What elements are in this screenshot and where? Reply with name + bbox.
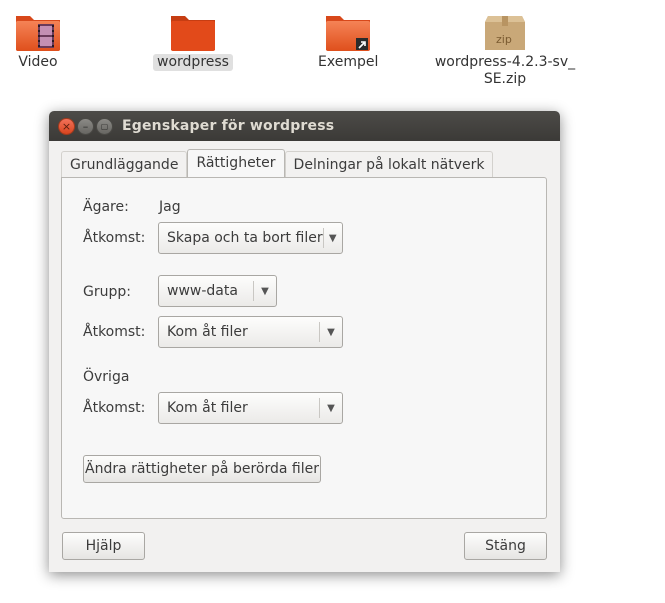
change-permissions-button[interactable]: Ändra rättigheter på berörda filer bbox=[83, 455, 321, 483]
dialog-title: Egenskaper för wordpress bbox=[122, 118, 335, 134]
owner-access-combo[interactable]: Skapa och ta bort filer ▼ bbox=[158, 222, 343, 254]
owner-label: Ägare: bbox=[83, 199, 129, 215]
others-access-label: Åtkomst: bbox=[83, 400, 146, 416]
group-access-combo[interactable]: Kom åt filer ▼ bbox=[158, 316, 343, 348]
zip-label-line2: SE.zip bbox=[483, 71, 527, 87]
desktop-icon-label: Exempel bbox=[318, 54, 379, 70]
folder-icon bbox=[171, 16, 215, 51]
minimize-icon: – bbox=[82, 120, 89, 133]
owner-value: Jag bbox=[159, 199, 181, 215]
desktop-icon-exempel[interactable]: Exempel bbox=[314, 10, 382, 71]
permissions-panel: Ägare: Jag Åtkomst: Skapa och ta bort fi… bbox=[61, 177, 547, 519]
tab-rattigheter[interactable]: Rättigheter bbox=[187, 149, 285, 177]
chevron-down-icon: ▼ bbox=[261, 285, 269, 297]
folder-link-icon bbox=[326, 16, 370, 51]
desktop-icon-label: wordpress-4.2.3-sv_ SE.zip bbox=[431, 54, 579, 88]
close-button[interactable]: Stäng bbox=[464, 532, 547, 560]
group-value: www-data bbox=[167, 283, 238, 299]
folder-video-icon bbox=[16, 16, 60, 51]
zip-label-line1: wordpress-4.2.3-sv_ bbox=[434, 54, 576, 70]
desktop-icon-video[interactable]: Video bbox=[10, 10, 66, 71]
others-access-combo[interactable]: Kom åt filer ▼ bbox=[158, 392, 343, 424]
minimize-window-button[interactable]: – bbox=[77, 118, 94, 135]
desktop-icon-zip[interactable]: wordpress-4.2.3-sv_ SE.zip zip bbox=[430, 10, 580, 88]
desktop-icon-wordpress[interactable]: wordpress bbox=[152, 10, 234, 71]
owner-access-label: Åtkomst: bbox=[83, 230, 146, 246]
dialog-titlebar: × – ▢ Egenskaper för wordpress bbox=[49, 111, 560, 141]
desktop-icon-label: Video bbox=[18, 54, 58, 70]
zip-badge-text: zip bbox=[496, 33, 512, 46]
help-button[interactable]: Hjälp bbox=[62, 532, 145, 560]
properties-dialog: × – ▢ Egenskaper för wordpress Grundlägg… bbox=[49, 111, 560, 572]
chevron-down-icon: ▼ bbox=[327, 326, 335, 338]
others-label: Övriga bbox=[83, 369, 130, 385]
tab-grundlaggande[interactable]: Grundläggande bbox=[61, 151, 188, 177]
desktop-icon-label: wordpress bbox=[153, 54, 233, 71]
group-combo[interactable]: www-data ▼ bbox=[158, 275, 277, 307]
chevron-down-icon: ▼ bbox=[328, 232, 337, 244]
group-label: Grupp: bbox=[83, 284, 131, 300]
chevron-down-icon: ▼ bbox=[327, 402, 335, 414]
group-access-label: Åtkomst: bbox=[83, 324, 146, 340]
close-window-button[interactable]: × bbox=[58, 118, 75, 135]
maximize-icon: ▢ bbox=[100, 121, 109, 131]
owner-access-value: Skapa och ta bort filer bbox=[167, 230, 323, 246]
close-icon: × bbox=[61, 120, 72, 133]
tab-delningar[interactable]: Delningar på lokalt nätverk bbox=[284, 151, 494, 177]
maximize-window-button[interactable]: ▢ bbox=[96, 118, 113, 135]
others-access-value: Kom åt filer bbox=[167, 400, 248, 416]
tab-bar: Grundläggande Rättigheter Delningar på l… bbox=[61, 149, 494, 177]
group-access-value: Kom åt filer bbox=[167, 324, 248, 340]
